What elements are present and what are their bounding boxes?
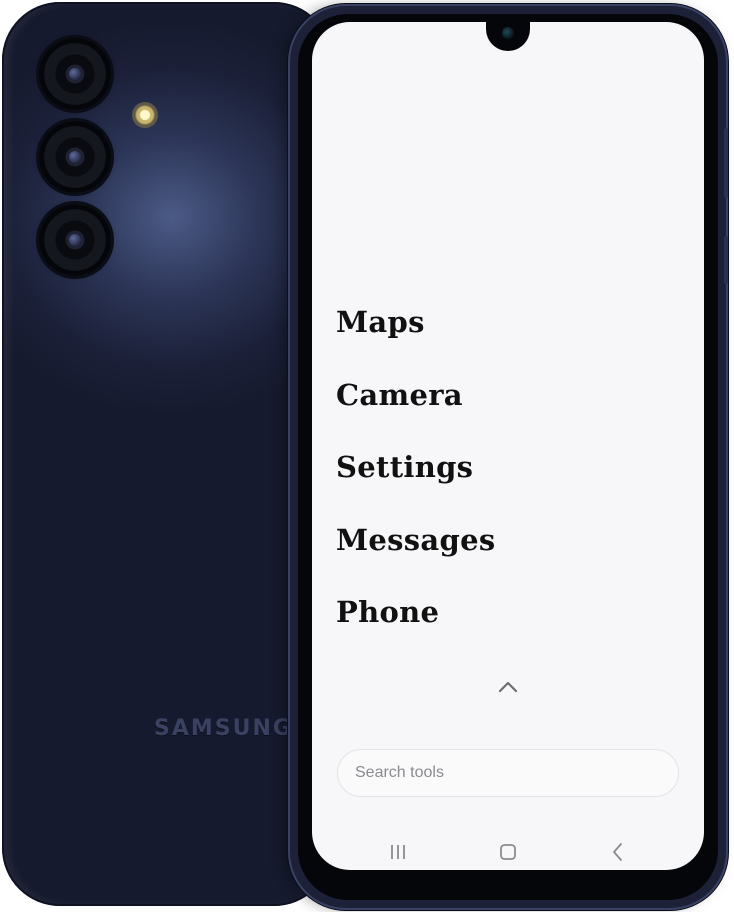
chevron-up-icon[interactable] (496, 678, 520, 696)
camera-lens-icon (39, 121, 111, 193)
app-item-camera[interactable]: Camera (336, 373, 495, 446)
recents-icon[interactable] (386, 840, 410, 864)
app-item-maps[interactable]: Maps (336, 300, 495, 373)
search-field[interactable] (337, 749, 679, 797)
app-item-messages[interactable]: Messages (336, 518, 495, 591)
home-icon[interactable] (496, 840, 520, 864)
volume-button (724, 128, 728, 198)
back-icon[interactable] (606, 840, 630, 864)
camera-lens-icon (39, 38, 111, 110)
camera-lens-icon (39, 204, 111, 276)
app-list: Maps Camera Settings Messages Phone (336, 300, 495, 663)
phone-screen: Maps Camera Settings Messages Phone (312, 22, 704, 870)
flash-icon (132, 102, 158, 128)
search-input[interactable] (338, 750, 678, 796)
app-item-phone[interactable]: Phone (336, 590, 495, 663)
phone-back: SAMSUNG (2, 2, 332, 906)
front-camera-icon (502, 27, 514, 39)
power-button (724, 236, 728, 284)
navigation-bar (312, 830, 704, 870)
brand-logo: SAMSUNG (154, 716, 293, 741)
front-camera-notch (486, 22, 530, 51)
app-item-settings[interactable]: Settings (336, 445, 495, 518)
